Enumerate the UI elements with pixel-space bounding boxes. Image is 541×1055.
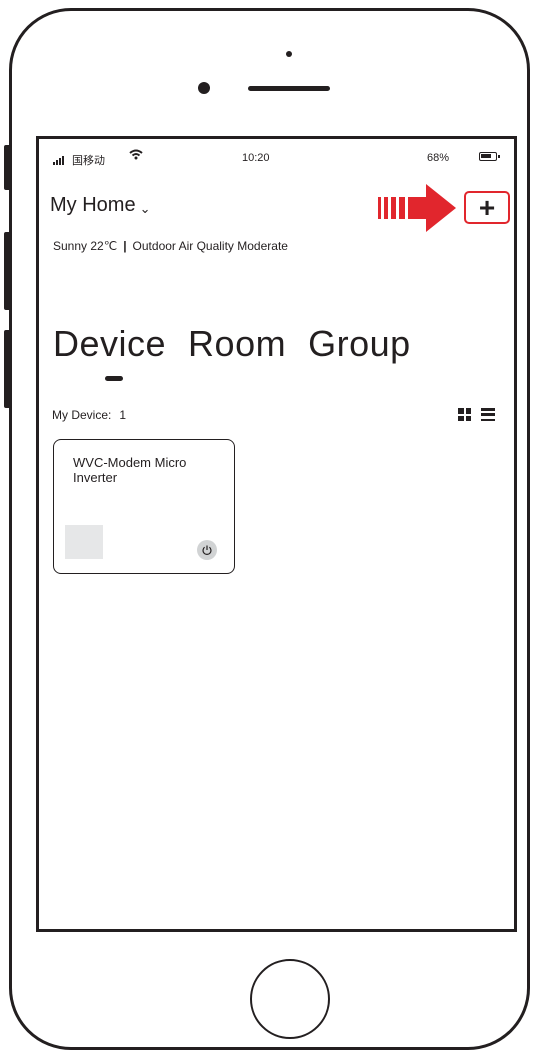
status-time: 10:20 — [242, 152, 270, 164]
home-button[interactable] — [250, 959, 330, 1039]
earpiece-speaker — [248, 86, 330, 91]
power-button[interactable] — [197, 540, 217, 560]
device-count-value: 1 — [119, 408, 127, 422]
home-selector[interactable]: My Home ⌄ — [50, 194, 150, 217]
status-bar: 国移动 10:20 68% — [39, 139, 514, 175]
front-sensor — [286, 51, 292, 57]
view-toggles — [458, 408, 495, 421]
air-quality: Outdoor Air Quality Moderate — [132, 239, 288, 253]
tab-device[interactable]: Device — [53, 323, 166, 365]
chevron-down-icon: ⌄ — [139, 200, 151, 216]
active-tab-indicator — [105, 376, 123, 381]
list-view-icon[interactable] — [481, 408, 495, 421]
carrier-info: 国移动 — [53, 152, 105, 168]
battery-percentage: 68% — [427, 152, 450, 164]
tab-group[interactable]: Group — [308, 323, 411, 365]
arrow-right-icon — [378, 184, 456, 232]
device-count-label: My Device: — [52, 408, 112, 422]
device-thumbnail — [65, 525, 103, 559]
carrier-name: 国移动 — [72, 155, 105, 167]
weather-condition: Sunny 22℃ — [53, 239, 118, 253]
volume-up-button[interactable] — [4, 232, 11, 310]
weather-info: Sunny 22℃ | Outdoor Air Quality Moderate — [53, 239, 288, 253]
battery-icon — [479, 152, 500, 161]
tab-room[interactable]: Room — [188, 323, 286, 365]
wifi-icon — [129, 149, 143, 163]
signal-icon — [53, 155, 69, 165]
app-screen: 国移动 10:20 68% My Home ⌄ + Sunny 22℃ | Ou… — [36, 136, 517, 932]
grid-view-icon[interactable] — [458, 408, 471, 421]
front-camera — [198, 82, 210, 94]
volume-down-button[interactable] — [4, 330, 11, 408]
tab-bar: Device Room Group — [53, 323, 433, 365]
device-card[interactable]: WVC-Modem Micro Inverter — [53, 439, 235, 574]
device-name: WVC-Modem Micro Inverter — [73, 455, 187, 485]
power-icon — [202, 545, 212, 555]
add-device-button[interactable]: + — [464, 191, 510, 224]
mute-switch[interactable] — [4, 145, 11, 190]
device-count: My Device: 1 — [52, 408, 126, 422]
plus-icon: + — [478, 191, 496, 223]
weather-separator: | — [123, 239, 127, 253]
home-name: My Home — [50, 194, 136, 216]
